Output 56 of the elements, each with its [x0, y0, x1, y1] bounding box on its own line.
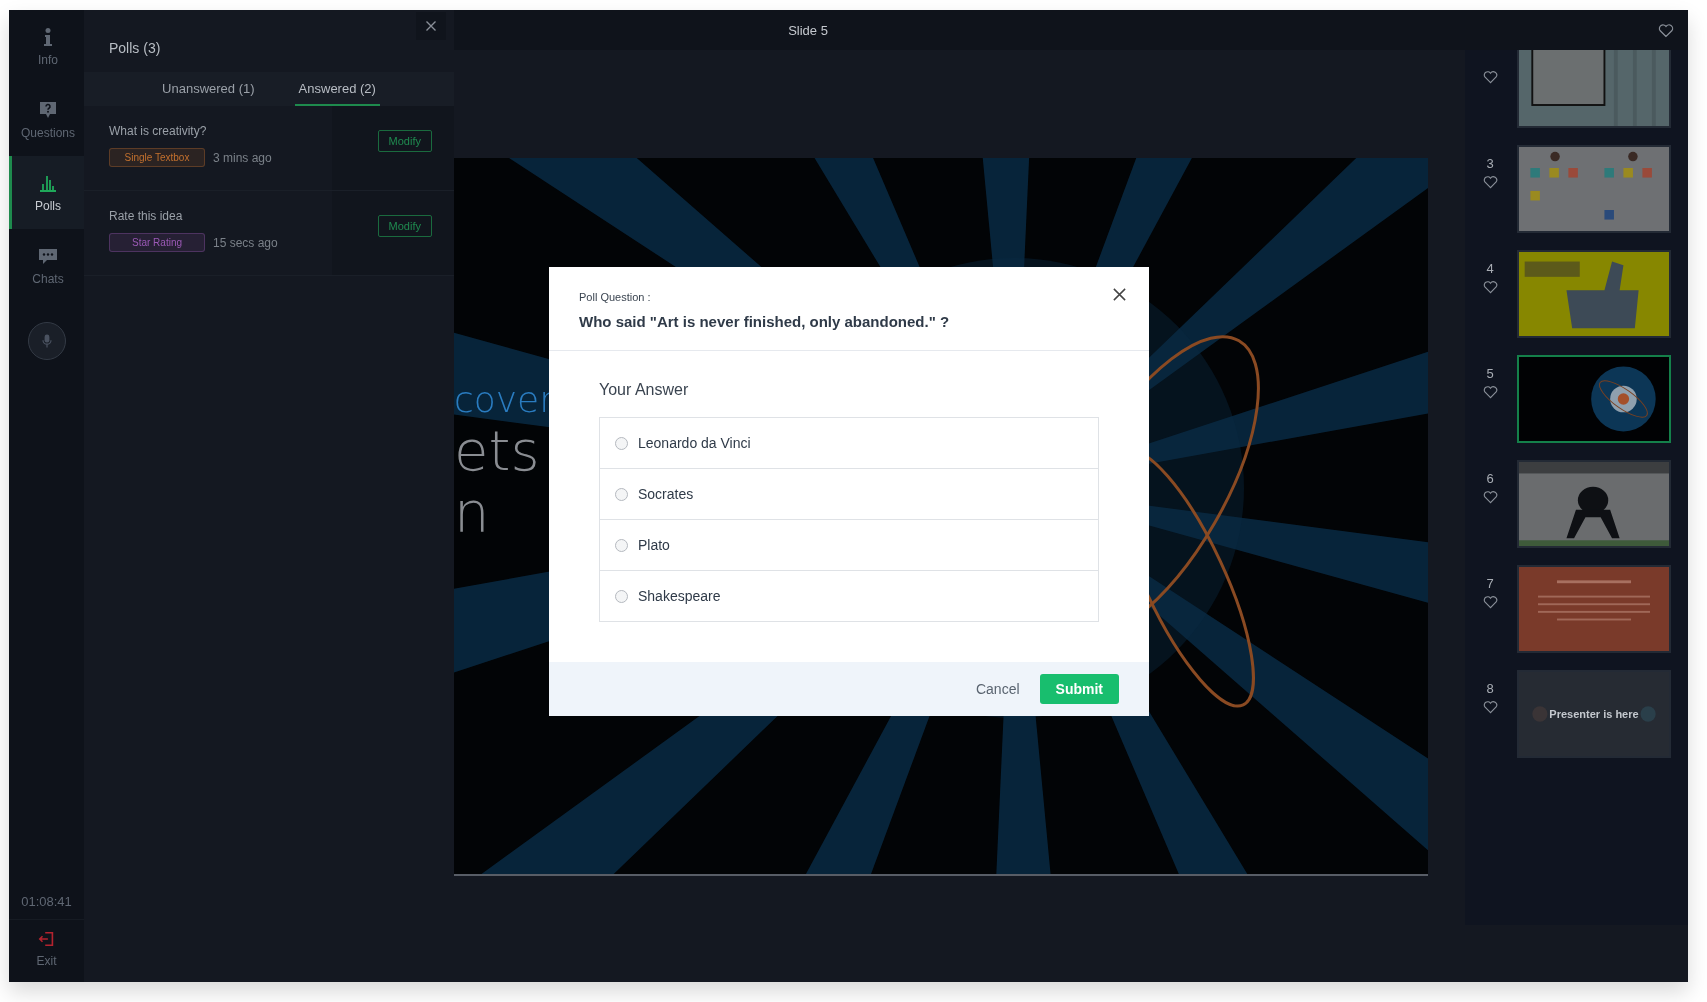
- poll-question: Who said "Art is never finished, only abandoned." ?: [579, 313, 951, 330]
- heart-icon[interactable]: [1482, 70, 1498, 84]
- slide-text: ets: [454, 419, 541, 482]
- heart-icon[interactable]: [1482, 700, 1498, 714]
- slide-number: 6: [1486, 471, 1494, 486]
- answer-option[interactable]: Leonardo da Vinci: [600, 418, 1098, 469]
- close-button[interactable]: [416, 12, 446, 40]
- slide-number: 8: [1486, 681, 1494, 696]
- close-icon: [425, 20, 437, 32]
- heart-icon[interactable]: [1482, 595, 1498, 609]
- nav-item[interactable]: Questions: [9, 83, 84, 156]
- slide-number: 5: [1486, 366, 1494, 381]
- slide-thumbnail[interactable]: Presenter is here: [1517, 670, 1671, 758]
- dialog-label: Poll Question :: [579, 291, 652, 303]
- slide-title: Slide 5: [787, 22, 829, 38]
- exit-icon: [37, 930, 56, 948]
- panel-title: Polls (3): [109, 39, 161, 58]
- slide-number: 4: [1486, 261, 1494, 276]
- presenter-label: Presenter is here: [1549, 708, 1639, 720]
- answer-option[interactable]: Plato: [600, 520, 1098, 571]
- nav-item[interactable]: Info: [9, 10, 84, 83]
- nav-item[interactable]: Chats: [9, 229, 84, 302]
- option-text: Shakespeare: [638, 588, 721, 604]
- poll-type-tag: Star Rating: [109, 233, 205, 252]
- poll-time: 15 secs ago: [213, 235, 278, 250]
- modify-button[interactable]: Modify: [377, 215, 432, 237]
- answer-option[interactable]: Shakespeare: [600, 571, 1098, 621]
- cancel-button[interactable]: Cancel: [969, 675, 1026, 703]
- modify-button[interactable]: Modify: [377, 130, 432, 152]
- radio-button[interactable]: [615, 589, 628, 603]
- radio-button[interactable]: [615, 436, 628, 450]
- slide-number: 7: [1486, 576, 1494, 591]
- microphone-button[interactable]: [27, 322, 66, 360]
- slide-number: 3: [1486, 156, 1494, 171]
- slide-text: n: [454, 481, 491, 543]
- heart-icon[interactable]: [1482, 175, 1498, 189]
- question-icon: [38, 99, 58, 120]
- heart-icon[interactable]: [1658, 22, 1674, 38]
- close-icon[interactable]: [1112, 287, 1127, 302]
- option-text: Plato: [638, 537, 670, 553]
- heart-icon[interactable]: [1482, 280, 1498, 294]
- tab[interactable]: Unanswered (1): [158, 72, 259, 106]
- poll-time: 3 mins ago: [213, 150, 272, 165]
- heart-icon[interactable]: [1482, 490, 1498, 504]
- option-text: Socrates: [638, 486, 694, 502]
- radio-button[interactable]: [615, 487, 628, 501]
- option-text: Leonardo da Vinci: [638, 435, 751, 451]
- heart-icon[interactable]: [1482, 385, 1498, 399]
- answer-option[interactable]: Socrates: [600, 469, 1098, 520]
- poll-title: Rate this idea: [109, 209, 184, 223]
- poll-type-tag: Single Textbox: [109, 148, 205, 167]
- answer-label: Your Answer: [599, 381, 690, 399]
- radio-button[interactable]: [615, 538, 628, 552]
- poll-title: What is creativity?: [109, 124, 208, 138]
- slide-text: cover: [454, 380, 555, 420]
- nav-item[interactable]: Polls: [9, 156, 84, 229]
